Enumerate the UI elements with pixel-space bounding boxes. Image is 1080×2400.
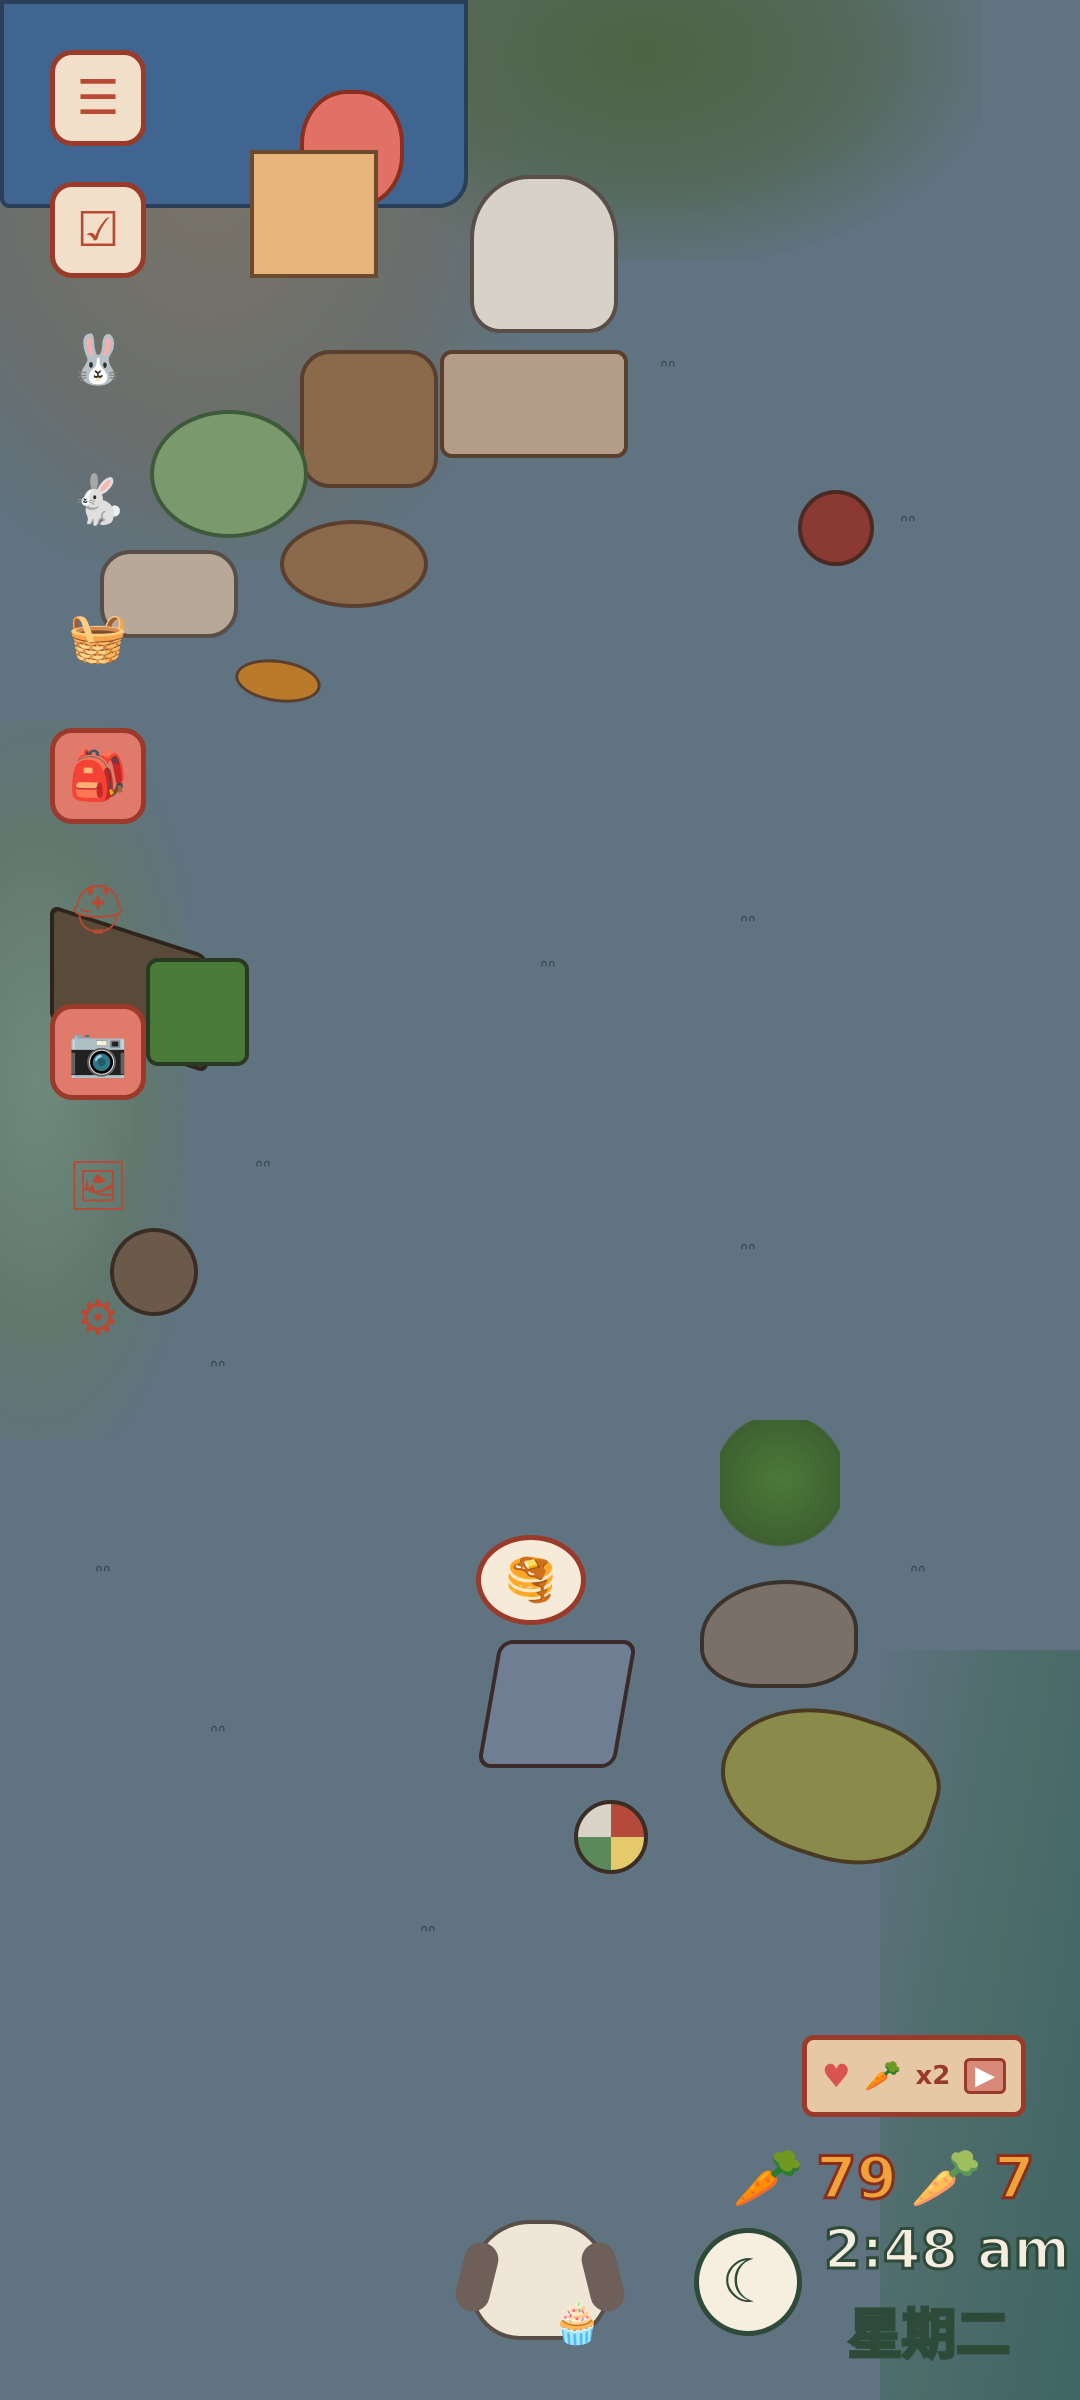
deck-chair[interactable] <box>476 1640 638 1768</box>
camera-icon: 📷 <box>68 1024 128 1080</box>
carrot-item[interactable] <box>232 654 324 708</box>
hardhat-hammer-icon: ⛑ <box>67 882 129 938</box>
gear-icon: ⚙ <box>76 1290 120 1346</box>
bunny-album-button[interactable]: 🐰 <box>50 312 146 408</box>
bunny-list-button[interactable]: 🐇 <box>50 452 146 548</box>
golden-carrot-count: 7 <box>993 2143 1036 2214</box>
camera-button[interactable]: 📷 <box>50 1004 146 1100</box>
menu-icon: ☰ <box>76 70 120 126</box>
carrot-count: 79 <box>815 2143 899 2214</box>
photos-button[interactable]: 🖼 <box>50 1138 146 1234</box>
heart-icon: ♥ <box>821 2057 851 2095</box>
bunny-cushion[interactable] <box>150 410 308 538</box>
red-ball[interactable] <box>798 490 874 566</box>
grass-tuft: ᐢᐢ <box>420 1920 436 1944</box>
backpack-icon: 🎒 <box>68 748 128 804</box>
thought-bubble[interactable]: 🥞 <box>476 1535 586 1625</box>
menu-button[interactable]: ☰ <box>50 50 146 146</box>
grass-tuft: ᐢᐢ <box>740 1238 756 1262</box>
stump-seat[interactable] <box>280 520 428 608</box>
golden-carrot-icon: 🥕 <box>910 2143 983 2212</box>
grass-tuft: ᐢᐢ <box>540 955 556 979</box>
grass-tuft: ᐢᐢ <box>910 1560 926 1584</box>
pancake-icon: 🥞 <box>504 1555 558 1604</box>
grass-tuft: ᐢᐢ <box>740 910 756 934</box>
basket-button[interactable]: 🧺 <box>50 590 146 686</box>
seashell-rock[interactable] <box>700 1580 858 1688</box>
carrot-icon: 🥕 <box>864 2058 902 2094</box>
grass-tuft: ᐢᐢ <box>95 1560 111 1584</box>
plant[interactable] <box>720 1420 840 1570</box>
bunny-icon: 🐇 <box>68 472 128 528</box>
bunny-face-icon: 🐰 <box>68 332 128 388</box>
bunny-bed[interactable] <box>440 350 628 458</box>
photo-frames-icon: 🖼 <box>67 1158 129 1214</box>
boombox[interactable] <box>146 958 249 1066</box>
settings-button[interactable]: ⚙ <box>50 1270 146 1366</box>
tree-stump[interactable] <box>300 350 438 488</box>
backpack-button[interactable]: 🎒 <box>50 728 146 824</box>
moon-icon: ☾ <box>694 2228 802 2336</box>
beach-ball[interactable] <box>574 1800 648 1874</box>
grass-tuft: ᐢᐢ <box>900 510 916 534</box>
house-window <box>250 150 378 278</box>
golden-carrot-counter[interactable]: 🥕 7 <box>910 2135 1036 2221</box>
bonus-video-card[interactable]: ♥ 🥕 x2 ▶ <box>802 2035 1026 2117</box>
tasks-button[interactable]: ☑ <box>50 182 146 278</box>
grass-tuft: ᐢᐢ <box>255 1155 271 1179</box>
mushroom-house[interactable] <box>470 175 618 333</box>
grass-tuft: ᐢᐢ <box>210 1355 226 1379</box>
build-button[interactable]: ⛑ <box>50 862 146 958</box>
grass-tuft: ᐢᐢ <box>210 1720 226 1744</box>
basket-icon: 🧺 <box>68 610 128 666</box>
carrot-counter[interactable]: 🥕 79 <box>732 2135 899 2221</box>
cake-icon: 🧁 <box>552 2301 602 2347</box>
carrot-icon: 🥕 <box>732 2143 805 2212</box>
clock-weekday: 星期二 <box>847 2302 1012 2368</box>
clock-time: 2:48 am <box>823 2217 1072 2283</box>
grass-tuft: ᐢᐢ <box>660 355 676 379</box>
checklist-icon: ☑ <box>76 202 120 258</box>
video-icon: ▶ <box>964 2058 1007 2094</box>
multiplier-label: x2 <box>915 2061 951 2091</box>
